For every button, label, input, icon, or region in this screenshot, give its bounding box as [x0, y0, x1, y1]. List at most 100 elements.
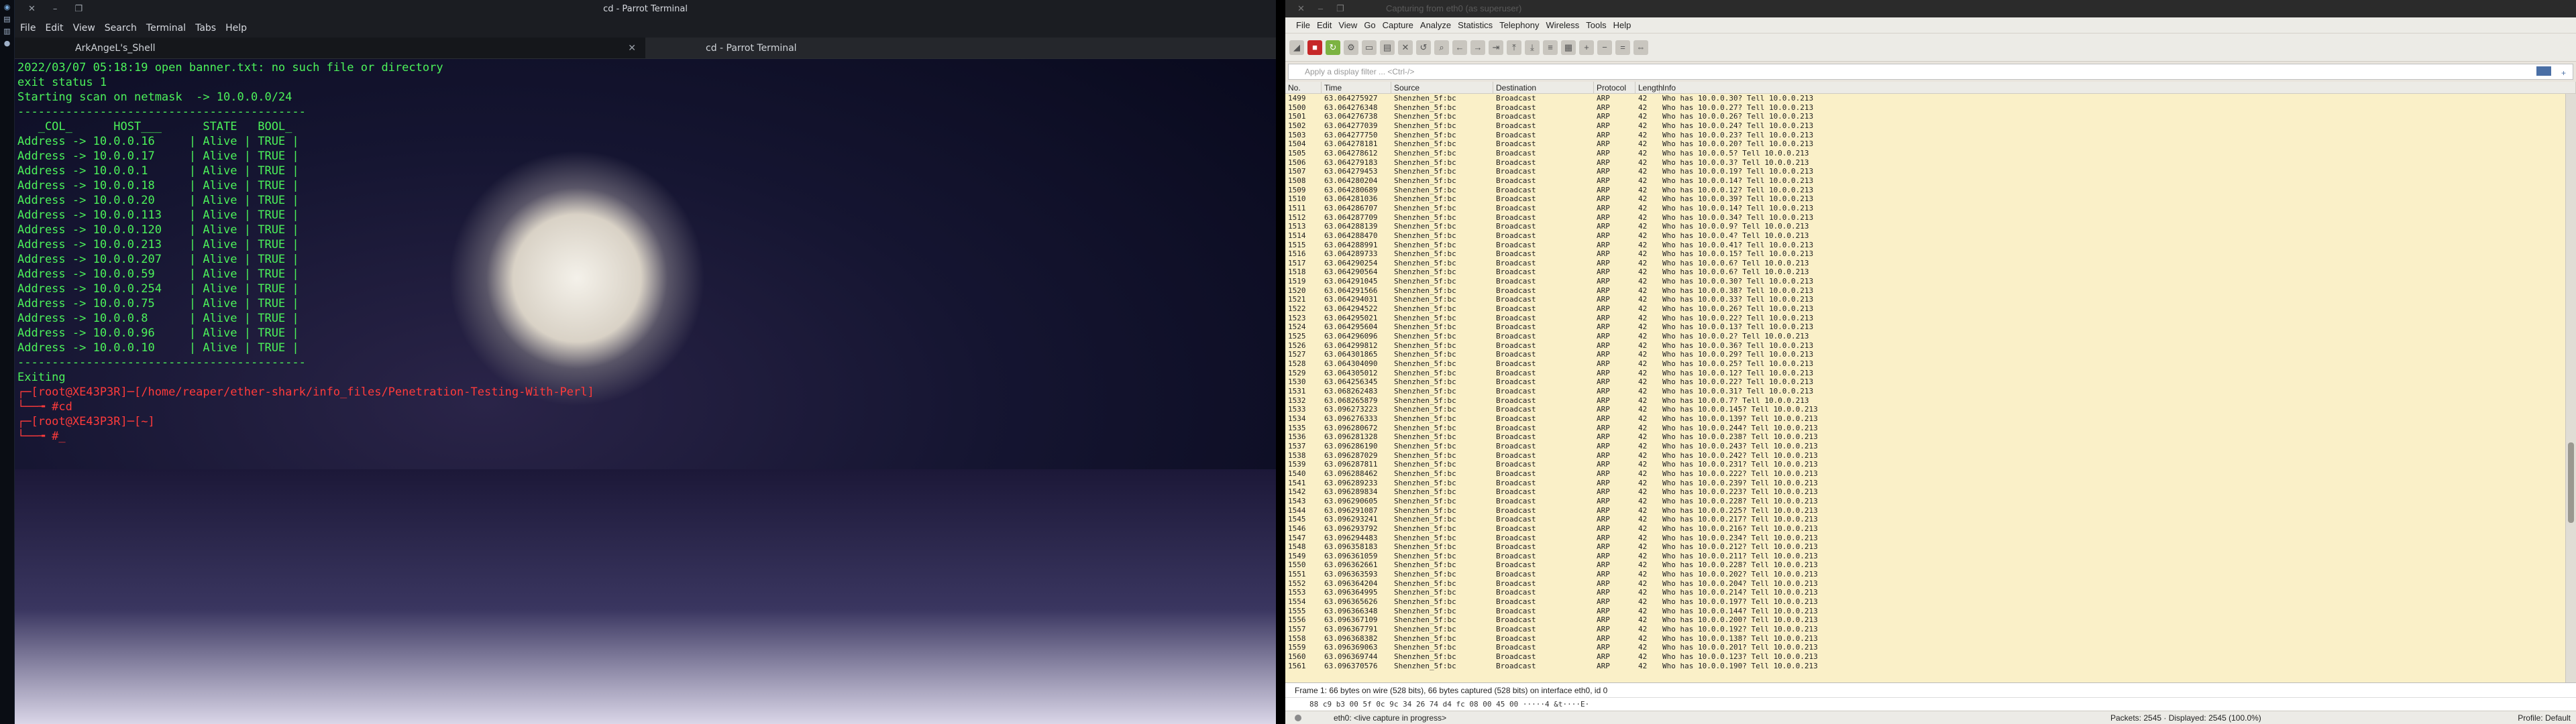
- column-header-length[interactable]: Length: [1635, 82, 1663, 93]
- packet-row[interactable]: 1516 63.064289733 Shenzhen_5f:bc Broadcast A…: [1285, 249, 2565, 259]
- packet-row[interactable]: 1561 63.096370576 Shenzhen_5f:bc Broadcast A…: [1285, 662, 2565, 671]
- packet-row[interactable]: 1502 63.064277039 Shenzhen_5f:bc Broadcast A…: [1285, 121, 2565, 131]
- menu-item-view[interactable]: View: [73, 23, 95, 34]
- packet-row[interactable]: 1503 63.064277750 Shenzhen_5f:bc Broadcast A…: [1285, 131, 2565, 140]
- packet-row[interactable]: 1549 63.096361059 Shenzhen_5f:bc Broadcast A…: [1285, 552, 2565, 561]
- menu-item-help[interactable]: Help: [225, 23, 247, 34]
- packet-row[interactable]: 1555 63.096366348 Shenzhen_5f:bc Broadcast A…: [1285, 607, 2565, 616]
- packet-row[interactable]: 1530 63.064256345 Shenzhen_5f:bc Broadcast A…: [1285, 377, 2565, 387]
- packet-row[interactable]: 1513 63.064288139 Shenzhen_5f:bc Broadcast A…: [1285, 222, 2565, 231]
- packet-row[interactable]: 1537 63.096286190 Shenzhen_5f:bc Broadcast A…: [1285, 442, 2565, 451]
- window-controls[interactable]: ✕–❐: [1297, 0, 1358, 17]
- packet-row[interactable]: 1535 63.096280672 Shenzhen_5f:bc Broadcast A…: [1285, 424, 2565, 433]
- packet-row[interactable]: 1512 63.064287709 Shenzhen_5f:bc Broadcast A…: [1285, 213, 2565, 223]
- packet-row[interactable]: 1558 63.096368382 Shenzhen_5f:bc Broadcast A…: [1285, 634, 2565, 644]
- packet-row[interactable]: 1523 63.064295021 Shenzhen_5f:bc Broadcast A…: [1285, 314, 2565, 323]
- packet-bytes[interactable]: 88 c9 b3 00 5f 0c 9c 34 26 74 d4 fc 08 0…: [1285, 697, 2576, 711]
- packet-row[interactable]: 1518 63.064290564 Shenzhen_5f:bc Broadcast A…: [1285, 267, 2565, 277]
- menu-item-terminal[interactable]: Terminal: [146, 23, 186, 34]
- display-filter-input[interactable]: Apply a display filter ... <Ctrl-/> +: [1288, 64, 2573, 80]
- packet-row[interactable]: 1520 63.064291566 Shenzhen_5f:bc Broadcast A…: [1285, 286, 2565, 296]
- reload-icon[interactable]: ↺: [1416, 40, 1431, 55]
- packet-row[interactable]: 1540 63.096288462 Shenzhen_5f:bc Broadcast A…: [1285, 469, 2565, 479]
- packet-row[interactable]: 1519 63.064291045 Shenzhen_5f:bc Broadcast A…: [1285, 277, 2565, 286]
- packet-row[interactable]: 1499 63.064275927 Shenzhen_5f:bc Broadcast A…: [1285, 94, 2565, 103]
- files-launcher-icon[interactable]: ▥: [3, 27, 12, 36]
- packet-row[interactable]: 1501 63.064276738 Shenzhen_5f:bc Broadcast A…: [1285, 112, 2565, 121]
- packet-row[interactable]: 1526 63.064299812 Shenzhen_5f:bc Broadcast A…: [1285, 341, 2565, 351]
- menu-item-tools[interactable]: Tools: [1586, 20, 1606, 30]
- packet-row[interactable]: 1544 63.096291087 Shenzhen_5f:bc Broadcast A…: [1285, 506, 2565, 516]
- go-first-icon[interactable]: ⤒: [1507, 40, 1521, 55]
- menu-item-tabs[interactable]: Tabs: [195, 23, 216, 34]
- menu-item-help[interactable]: Help: [1613, 20, 1631, 30]
- packet-row[interactable]: 1524 63.064295604 Shenzhen_5f:bc Broadcast A…: [1285, 322, 2565, 332]
- packet-row[interactable]: 1546 63.096293792 Shenzhen_5f:bc Broadcast A…: [1285, 524, 2565, 534]
- apply-filter-button[interactable]: [2536, 66, 2551, 76]
- save-file-icon[interactable]: ▤: [1380, 40, 1395, 55]
- autoscroll-icon[interactable]: ≡: [1543, 40, 1558, 55]
- packet-row[interactable]: 1560 63.096369744 Shenzhen_5f:bc Broadcast A…: [1285, 652, 2565, 662]
- scrollbar-thumb[interactable]: [2568, 442, 2574, 523]
- packet-row[interactable]: 1506 63.064279183 Shenzhen_5f:bc Broadcast A…: [1285, 158, 2565, 168]
- packet-row[interactable]: 1525 63.064296096 Shenzhen_5f:bc Broadcast A…: [1285, 332, 2565, 341]
- column-header-no[interactable]: No.: [1285, 82, 1322, 93]
- column-header-protocol[interactable]: Protocol: [1594, 82, 1635, 93]
- go-forward-icon[interactable]: →: [1470, 40, 1485, 55]
- menu-item-capture[interactable]: Capture: [1383, 20, 1413, 30]
- tab-arkangel-shell[interactable]: ArkAngeL's_Shell ✕: [15, 38, 645, 58]
- menu-item-search[interactable]: Search: [105, 23, 137, 34]
- expert-info-icon[interactable]: [1295, 715, 1301, 721]
- menu-item-view[interactable]: View: [1338, 20, 1357, 30]
- colorize-icon[interactable]: ▦: [1561, 40, 1576, 55]
- restart-capture-icon[interactable]: ↻: [1326, 40, 1340, 55]
- packet-row[interactable]: 1542 63.096289834 Shenzhen_5f:bc Broadcast A…: [1285, 487, 2565, 497]
- packet-row[interactable]: 1548 63.096358183 Shenzhen_5f:bc Broadcast A…: [1285, 542, 2565, 552]
- stop-capture-icon[interactable]: ■: [1307, 40, 1322, 55]
- packet-row[interactable]: 1545 63.096293241 Shenzhen_5f:bc Broadcast A…: [1285, 515, 2565, 524]
- packet-row[interactable]: 1541 63.096289233 Shenzhen_5f:bc Broadcast A…: [1285, 479, 2565, 488]
- zoom-out-icon[interactable]: −: [1597, 40, 1612, 55]
- open-file-icon[interactable]: ▭: [1362, 40, 1377, 55]
- packet-row[interactable]: 1528 63.064304090 Shenzhen_5f:bc Broadcast A…: [1285, 359, 2565, 369]
- packet-row[interactable]: 1556 63.096367109 Shenzhen_5f:bc Broadcast A…: [1285, 615, 2565, 625]
- packet-row[interactable]: 1521 63.064294031 Shenzhen_5f:bc Broadcast A…: [1285, 295, 2565, 304]
- packet-row[interactable]: 1517 63.064290254 Shenzhen_5f:bc Broadcast A…: [1285, 259, 2565, 268]
- packet-row[interactable]: 1557 63.096367791 Shenzhen_5f:bc Broadcast A…: [1285, 625, 2565, 634]
- menu-item-analyze[interactable]: Analyze: [1420, 20, 1451, 30]
- packet-row[interactable]: 1508 63.064280204 Shenzhen_5f:bc Broadcast A…: [1285, 176, 2565, 186]
- browser-launcher-icon[interactable]: ●: [3, 39, 12, 48]
- packet-row[interactable]: 1500 63.064276348 Shenzhen_5f:bc Broadcast A…: [1285, 103, 2565, 113]
- column-header-time[interactable]: Time: [1322, 82, 1391, 93]
- packet-row[interactable]: 1522 63.064294522 Shenzhen_5f:bc Broadcast A…: [1285, 304, 2565, 314]
- packet-row[interactable]: 1510 63.064281036 Shenzhen_5f:bc Broadcast A…: [1285, 194, 2565, 204]
- packet-row[interactable]: 1551 63.096363593 Shenzhen_5f:bc Broadcast A…: [1285, 570, 2565, 579]
- profile-label[interactable]: Profile: Default: [2518, 711, 2571, 724]
- go-back-icon[interactable]: ←: [1452, 40, 1467, 55]
- packet-row[interactable]: 1538 63.096287029 Shenzhen_5f:bc Broadcast A…: [1285, 451, 2565, 461]
- packet-row[interactable]: 1515 63.064288991 Shenzhen_5f:bc Broadcast A…: [1285, 241, 2565, 250]
- zoom-reset-icon[interactable]: =: [1615, 40, 1630, 55]
- menu-item-edit[interactable]: Edit: [1317, 20, 1332, 30]
- menu-item-telephony[interactable]: Telephony: [1499, 20, 1539, 30]
- packet-row[interactable]: 1559 63.096369063 Shenzhen_5f:bc Broadcast A…: [1285, 643, 2565, 652]
- packet-row[interactable]: 1552 63.096364204 Shenzhen_5f:bc Broadcast A…: [1285, 579, 2565, 589]
- packet-list[interactable]: 1499 63.064275927 Shenzhen_5f:bc Broadcast A…: [1285, 94, 2565, 682]
- packet-details[interactable]: Frame 1: 66 bytes on wire (528 bits), 66…: [1285, 682, 2576, 697]
- packet-row[interactable]: 1527 63.064301865 Shenzhen_5f:bc Broadcast A…: [1285, 350, 2565, 359]
- packet-list-scrollbar[interactable]: [2565, 94, 2576, 682]
- packet-row[interactable]: 1534 63.096276333 Shenzhen_5f:bc Broadcast A…: [1285, 414, 2565, 424]
- terminal-output[interactable]: 2022/03/07 05:18:19 open banner.txt: no …: [15, 59, 1276, 444]
- packet-row[interactable]: 1547 63.096294483 Shenzhen_5f:bc Broadcast A…: [1285, 534, 2565, 543]
- zoom-in-icon[interactable]: +: [1579, 40, 1594, 55]
- packet-row[interactable]: 1532 63.068265879 Shenzhen_5f:bc Broadcast A…: [1285, 396, 2565, 406]
- filter-plus-icon[interactable]: +: [2561, 66, 2566, 80]
- packet-row[interactable]: 1533 63.096273223 Shenzhen_5f:bc Broadcast A…: [1285, 405, 2565, 414]
- packet-row[interactable]: 1554 63.096365626 Shenzhen_5f:bc Broadcast A…: [1285, 597, 2565, 607]
- packet-row[interactable]: 1511 63.064286707 Shenzhen_5f:bc Broadcast A…: [1285, 204, 2565, 213]
- column-header-source[interactable]: Source: [1391, 82, 1493, 93]
- packet-row[interactable]: 1529 63.064305012 Shenzhen_5f:bc Broadcast A…: [1285, 369, 2565, 378]
- packet-row[interactable]: 1539 63.096287811 Shenzhen_5f:bc Broadcast A…: [1285, 460, 2565, 469]
- menu-item-file[interactable]: File: [20, 23, 36, 34]
- packet-row[interactable]: 1504 63.064278181 Shenzhen_5f:bc Broadcast A…: [1285, 139, 2565, 149]
